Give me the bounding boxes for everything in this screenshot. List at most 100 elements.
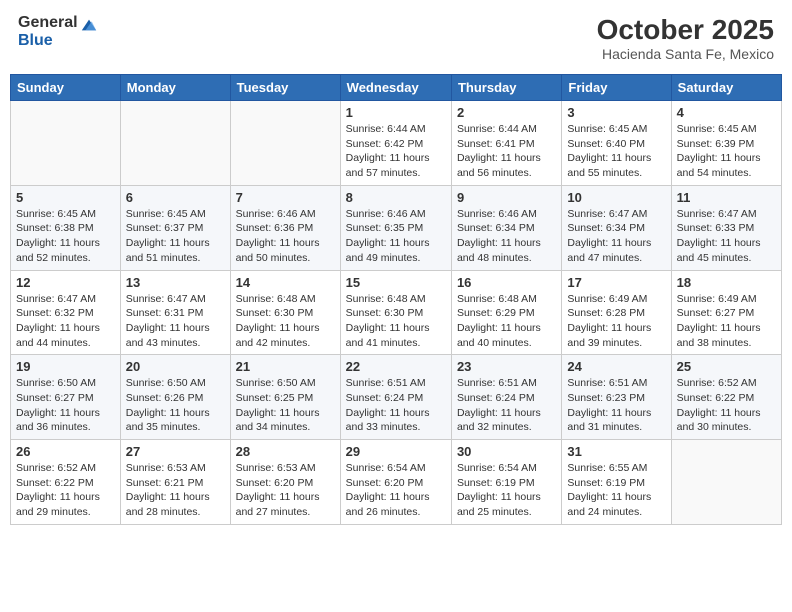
day-info: Sunrise: 6:51 AMSunset: 6:24 PMDaylight:… [457,376,556,435]
calendar-cell: 24 Sunrise: 6:51 AMSunset: 6:23 PMDayligh… [562,355,671,440]
day-number: 1 [346,105,446,120]
day-info: Sunrise: 6:51 AMSunset: 6:24 PMDaylight:… [346,376,446,435]
day-info: Sunrise: 6:48 AMSunset: 6:30 PMDaylight:… [236,292,335,351]
calendar-cell: 12 Sunrise: 6:47 AMSunset: 6:32 PMDayligh… [11,270,121,355]
day-number: 30 [457,444,556,459]
day-number: 22 [346,359,446,374]
day-info: Sunrise: 6:55 AMSunset: 6:19 PMDaylight:… [567,461,665,520]
calendar-cell: 20 Sunrise: 6:50 AMSunset: 6:26 PMDayligh… [120,355,230,440]
calendar-cell: 29 Sunrise: 6:54 AMSunset: 6:20 PMDayligh… [340,440,451,525]
day-info: Sunrise: 6:49 AMSunset: 6:27 PMDaylight:… [677,292,776,351]
calendar-cell: 14 Sunrise: 6:48 AMSunset: 6:30 PMDayligh… [230,270,340,355]
day-number: 8 [346,190,446,205]
calendar-table: SundayMondayTuesdayWednesdayThursdayFrid… [10,74,782,525]
calendar-cell: 31 Sunrise: 6:55 AMSunset: 6:19 PMDayligh… [562,440,671,525]
calendar-week-row: 19Sunrise: 6:50 AMSunset: 6:27 PMDayligh… [11,355,782,440]
logo-icon [80,16,98,34]
calendar-cell [11,101,121,186]
month-title: October 2025 [597,14,774,46]
calendar-cell: 23 Sunrise: 6:51 AMSunset: 6:24 PMDayligh… [451,355,561,440]
day-number: 27 [126,444,225,459]
calendar-cell: 19Sunrise: 6:50 AMSunset: 6:27 PMDayligh… [11,355,121,440]
calendar-week-row: 12 Sunrise: 6:47 AMSunset: 6:32 PMDayligh… [11,270,782,355]
day-info: Sunrise: 6:45 AMSunset: 6:40 PMDaylight:… [567,122,665,181]
day-number: 5 [16,190,115,205]
weekday-header-friday: Friday [562,75,671,101]
weekday-header-tuesday: Tuesday [230,75,340,101]
calendar-cell [120,101,230,186]
calendar-header-row: SundayMondayTuesdayWednesdayThursdayFrid… [11,75,782,101]
day-info: Sunrise: 6:52 AMSunset: 6:22 PMDaylight:… [677,376,776,435]
day-number: 24 [567,359,665,374]
weekday-header-saturday: Saturday [671,75,781,101]
day-info: Sunrise: 6:54 AMSunset: 6:20 PMDaylight:… [346,461,446,520]
weekday-header-thursday: Thursday [451,75,561,101]
day-number: 11 [677,190,776,205]
calendar-cell: 17 Sunrise: 6:49 AMSunset: 6:28 PMDayligh… [562,270,671,355]
logo: General Blue [18,14,98,49]
day-info: Sunrise: 6:52 AMSunset: 6:22 PMDaylight:… [16,461,115,520]
calendar-cell [230,101,340,186]
logo-general: General [18,14,78,32]
logo-blue: Blue [18,32,78,50]
day-number: 6 [126,190,225,205]
calendar-cell: 13Sunrise: 6:47 AMSunset: 6:31 PMDayligh… [120,270,230,355]
calendar-cell: 9 Sunrise: 6:46 AMSunset: 6:34 PMDaylight… [451,185,561,270]
calendar-cell: 22 Sunrise: 6:51 AMSunset: 6:24 PMDayligh… [340,355,451,440]
logo-text: General Blue [18,14,78,49]
weekday-header-sunday: Sunday [11,75,121,101]
day-number: 10 [567,190,665,205]
day-info: Sunrise: 6:45 AMSunset: 6:38 PMDaylight:… [16,207,115,266]
day-number: 14 [236,275,335,290]
day-number: 21 [236,359,335,374]
calendar-week-row: 26 Sunrise: 6:52 AMSunset: 6:22 PMDayligh… [11,440,782,525]
calendar-cell: 6Sunrise: 6:45 AMSunset: 6:37 PMDaylight… [120,185,230,270]
day-number: 7 [236,190,335,205]
day-number: 29 [346,444,446,459]
day-number: 26 [16,444,115,459]
day-info: Sunrise: 6:48 AMSunset: 6:29 PMDaylight:… [457,292,556,351]
day-info: Sunrise: 6:44 AMSunset: 6:42 PMDaylight:… [346,122,446,181]
calendar-cell: 11 Sunrise: 6:47 AMSunset: 6:33 PMDayligh… [671,185,781,270]
calendar-cell: 27 Sunrise: 6:53 AMSunset: 6:21 PMDayligh… [120,440,230,525]
day-number: 23 [457,359,556,374]
weekday-header-monday: Monday [120,75,230,101]
weekday-header-wednesday: Wednesday [340,75,451,101]
day-info: Sunrise: 6:49 AMSunset: 6:28 PMDaylight:… [567,292,665,351]
day-number: 28 [236,444,335,459]
calendar-cell: 8Sunrise: 6:46 AMSunset: 6:35 PMDaylight… [340,185,451,270]
day-number: 25 [677,359,776,374]
day-info: Sunrise: 6:50 AMSunset: 6:26 PMDaylight:… [126,376,225,435]
calendar-cell: 28 Sunrise: 6:53 AMSunset: 6:20 PMDayligh… [230,440,340,525]
day-info: Sunrise: 6:47 AMSunset: 6:33 PMDaylight:… [677,207,776,266]
calendar-cell: 16 Sunrise: 6:48 AMSunset: 6:29 PMDayligh… [451,270,561,355]
day-info: Sunrise: 6:44 AMSunset: 6:41 PMDaylight:… [457,122,556,181]
day-number: 2 [457,105,556,120]
calendar-cell [671,440,781,525]
day-info: Sunrise: 6:46 AMSunset: 6:34 PMDaylight:… [457,207,556,266]
day-info: Sunrise: 6:53 AMSunset: 6:21 PMDaylight:… [126,461,225,520]
day-info: Sunrise: 6:48 AMSunset: 6:30 PMDaylight:… [346,292,446,351]
day-number: 12 [16,275,115,290]
day-number: 9 [457,190,556,205]
calendar-cell: 10Sunrise: 6:47 AMSunset: 6:34 PMDayligh… [562,185,671,270]
day-info: Sunrise: 6:51 AMSunset: 6:23 PMDaylight:… [567,376,665,435]
day-number: 20 [126,359,225,374]
day-info: Sunrise: 6:46 AMSunset: 6:36 PMDaylight:… [236,207,335,266]
day-number: 31 [567,444,665,459]
calendar-cell: 2 Sunrise: 6:44 AMSunset: 6:41 PMDaylight… [451,101,561,186]
calendar-cell: 5 Sunrise: 6:45 AMSunset: 6:38 PMDaylight… [11,185,121,270]
location-subtitle: Hacienda Santa Fe, Mexico [597,46,774,62]
calendar-week-row: 5 Sunrise: 6:45 AMSunset: 6:38 PMDaylight… [11,185,782,270]
day-number: 3 [567,105,665,120]
calendar-cell: 25 Sunrise: 6:52 AMSunset: 6:22 PMDayligh… [671,355,781,440]
day-number: 17 [567,275,665,290]
day-info: Sunrise: 6:47 AMSunset: 6:32 PMDaylight:… [16,292,115,351]
calendar-cell: 3 Sunrise: 6:45 AMSunset: 6:40 PMDaylight… [562,101,671,186]
day-info: Sunrise: 6:53 AMSunset: 6:20 PMDaylight:… [236,461,335,520]
calendar-cell: 15 Sunrise: 6:48 AMSunset: 6:30 PMDayligh… [340,270,451,355]
day-number: 15 [346,275,446,290]
calendar-cell: 21 Sunrise: 6:50 AMSunset: 6:25 PMDayligh… [230,355,340,440]
day-number: 16 [457,275,556,290]
day-info: Sunrise: 6:50 AMSunset: 6:25 PMDaylight:… [236,376,335,435]
